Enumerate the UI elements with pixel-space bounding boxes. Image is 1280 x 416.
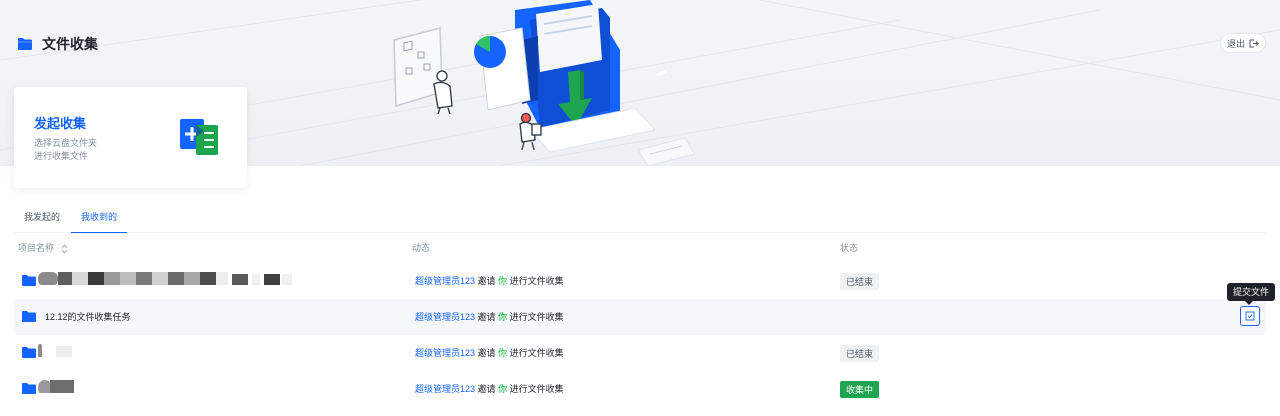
project-name: 12.12的文件收集任务 — [45, 312, 131, 322]
column-header-activity: 动态 — [412, 243, 431, 253]
submit-file-tooltip: 提交文件 — [1227, 283, 1276, 305]
admin-link[interactable]: 超级管理员123 — [415, 312, 475, 322]
folder-icon — [22, 383, 36, 394]
logout-button[interactable]: 退出 — [1220, 33, 1266, 53]
table-header: 项目名称 动态 状态 — [0, 237, 1280, 259]
folder-icon — [18, 38, 32, 50]
redacted-name — [38, 380, 74, 393]
folder-icon — [22, 347, 36, 358]
submit-file-button[interactable] — [1240, 306, 1260, 326]
tab-bar: 我发起的 我收到的 — [14, 206, 1266, 233]
table-row[interactable]: 12.12的文件收集任务 超级管理员123 邀请 你 进行文件收集 — [14, 299, 1266, 335]
action-text: 进行文件收集 — [509, 312, 564, 322]
start-collection-card[interactable]: 发起收集 选择云盘文件夹 进行收集文件 — [14, 87, 247, 188]
activity-text: 超级管理员123 邀请 你 进行文件收集 — [415, 346, 564, 359]
admin-link[interactable]: 超级管理员123 — [415, 384, 475, 394]
column-name-label: 项目名称 — [18, 243, 55, 253]
invite-text: 邀请 — [477, 276, 496, 286]
admin-link[interactable]: 超级管理员123 — [415, 348, 475, 358]
tab-initiated[interactable]: 我发起的 — [14, 206, 70, 233]
status-badge: 收集中 — [840, 381, 880, 398]
action-text: 进行文件收集 — [509, 276, 564, 286]
status-badge: 已结束 — [840, 345, 880, 362]
logout-icon — [1249, 39, 1259, 47]
column-header-name[interactable]: 项目名称 — [18, 241, 68, 254]
folder-icon — [22, 275, 36, 286]
activity-text: 超级管理员123 邀请 你 进行文件收集 — [415, 382, 564, 395]
you-text: 你 — [498, 348, 508, 358]
logout-label: 退出 — [1226, 38, 1245, 49]
pie-chart-graphic — [474, 27, 531, 111]
sort-icon[interactable] — [61, 243, 68, 254]
person-figure-left — [433, 70, 453, 115]
desc-line-1: 选择云盘文件夹 — [34, 138, 98, 148]
folder-icon — [22, 311, 36, 322]
file-collection-illustration — [393, 0, 696, 166]
app-title: 文件收集 — [18, 34, 98, 54]
tab-received[interactable]: 我收到的 — [71, 206, 128, 233]
start-collection-title: 发起收集 — [34, 116, 87, 131]
you-text: 你 — [498, 276, 508, 286]
activity-text: 超级管理员123 邀请 你 进行文件收集 — [415, 274, 564, 287]
activity-text: 超级管理员123 邀请 你 进行文件收集 — [415, 310, 564, 323]
table-row[interactable]: 超级管理员123 邀请 你 进行文件收集 已结束 — [14, 263, 1266, 299]
you-text: 你 — [498, 312, 508, 322]
whiteboard-graphic — [393, 27, 443, 108]
redacted-name — [38, 344, 72, 357]
invite-text: 邀请 — [477, 312, 496, 322]
action-text: 进行文件收集 — [509, 348, 564, 358]
status-badge: 已结束 — [840, 273, 880, 290]
start-collection-description: 选择云盘文件夹 进行收集文件 — [34, 137, 134, 163]
action-text: 进行文件收集 — [509, 384, 564, 394]
page-title: 文件收集 — [42, 36, 98, 52]
new-collection-icon — [180, 119, 218, 155]
invite-text: 邀请 — [477, 348, 496, 358]
invite-text: 邀请 — [477, 384, 496, 394]
table-row[interactable]: 超级管理员123 邀请 你 进行文件收集 收集中 — [14, 371, 1266, 407]
you-text: 你 — [498, 384, 508, 394]
column-header-status: 状态 — [840, 243, 859, 253]
redacted-name — [38, 272, 292, 285]
submit-file-icon — [1245, 311, 1255, 321]
table-row[interactable]: 超级管理员123 邀请 你 进行文件收集 已结束 — [14, 335, 1266, 371]
admin-link[interactable]: 超级管理员123 — [415, 276, 475, 286]
desc-line-2: 进行收集文件 — [34, 151, 89, 161]
